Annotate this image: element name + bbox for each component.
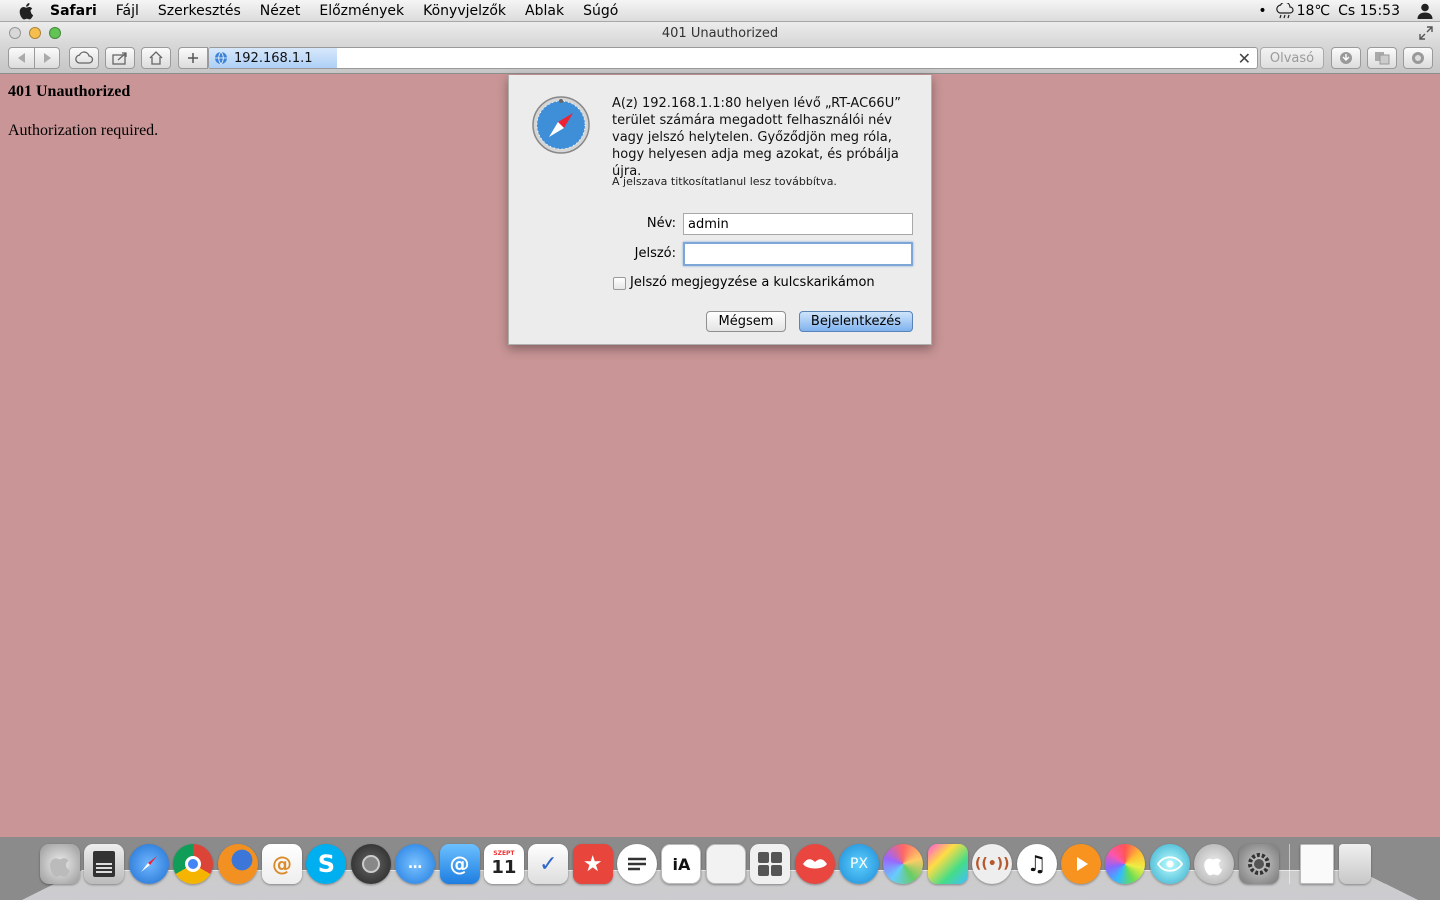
cancel-button[interactable]: Mégsem <box>706 311 786 332</box>
window-controls <box>9 27 61 39</box>
calendar-day: 11 <box>491 857 517 878</box>
window-title: 401 Unauthorized <box>661 25 779 41</box>
extension-icon <box>1412 52 1424 64</box>
firefox-icon[interactable] <box>217 844 258 884</box>
menu-clock[interactable]: Cs 15:53 <box>1338 3 1400 19</box>
menu-history[interactable]: Előzmények <box>319 3 404 19</box>
extension-button[interactable] <box>1403 47 1433 69</box>
mail-stamp-icon[interactable]: @ <box>261 844 302 884</box>
weather-temperature: 18℃ <box>1296 3 1331 19</box>
close-window-button[interactable] <box>9 27 21 39</box>
dock-separator <box>1288 844 1290 884</box>
ia-writer-icon[interactable]: iA <box>661 844 702 884</box>
storage-icon[interactable] <box>84 844 125 884</box>
cloud-rain-icon <box>1275 3 1294 19</box>
photos-icon[interactable] <box>1105 844 1146 884</box>
colors-icon[interactable] <box>927 844 968 884</box>
zoom-window-button[interactable] <box>49 27 61 39</box>
pixelmator-icon[interactable]: PX <box>839 844 880 884</box>
system-preferences-icon[interactable] <box>1238 844 1279 884</box>
share-button[interactable] <box>105 47 135 69</box>
broadcast-icon[interactable]: ((•)) <box>972 844 1013 884</box>
calendar-icon[interactable]: SZEPT 11 <box>483 844 524 884</box>
trash-icon[interactable] <box>1338 844 1371 884</box>
calculator-icon[interactable] <box>750 844 791 884</box>
back-forward-buttons <box>8 47 60 69</box>
safari-icon[interactable] <box>128 844 169 884</box>
translate-extension-button[interactable] <box>1367 47 1397 69</box>
fullscreen-icon[interactable] <box>1418 25 1434 41</box>
tasks-icon[interactable]: ✓ <box>528 844 569 884</box>
window-titlebar: 401 Unauthorized <box>0 22 1440 44</box>
plus-icon <box>188 53 198 63</box>
apple-icon[interactable] <box>1194 844 1235 884</box>
menu-file[interactable]: Fájl <box>116 3 139 19</box>
auth-security-note: A jelszava titkosítatlanul lesz továbbít… <box>612 175 837 188</box>
new-tab-button[interactable] <box>178 47 208 69</box>
notes-lines-icon[interactable] <box>617 844 658 884</box>
dock: @ S … @ SZEPT 11 ✓ ★ iA PX ((•)) ♫ <box>40 844 1371 892</box>
page-message: Authorization required. <box>8 122 159 139</box>
infuse-play-icon[interactable] <box>1060 844 1101 884</box>
itunes-icon[interactable]: ♫ <box>1016 844 1057 884</box>
home-button[interactable] <box>141 47 171 69</box>
back-arrow-icon[interactable] <box>10 51 34 65</box>
lips-app-icon[interactable] <box>794 844 835 884</box>
address-bar[interactable]: 192.168.1.1 ✕ <box>208 47 1258 69</box>
password-field[interactable] <box>683 242 913 266</box>
reader-button[interactable]: Olvasó <box>1260 47 1324 69</box>
aperture-icon[interactable] <box>883 844 924 884</box>
skype-icon[interactable]: S <box>306 844 347 884</box>
address-text: 192.168.1.1 <box>234 51 313 66</box>
weather-widget[interactable]: 18℃ <box>1275 3 1331 19</box>
menu-help[interactable]: Súgó <box>583 3 618 19</box>
menu-bar: Safari Fájl Szerkesztés Nézet Előzmények… <box>0 0 1440 22</box>
page-heading: 401 Unauthorized <box>8 83 131 100</box>
eye-icon[interactable] <box>1149 844 1190 884</box>
menu-view[interactable]: Nézet <box>260 3 301 19</box>
menu-app-safari[interactable]: Safari <box>50 3 97 19</box>
stop-loading-icon[interactable]: ✕ <box>1238 49 1251 68</box>
translate-icon <box>1375 52 1390 65</box>
cloud-icon <box>75 51 94 64</box>
auth-message: A(z) 192.168.1.1:80 helyen lévő „RT-AC66… <box>612 96 901 179</box>
chrome-icon[interactable] <box>173 844 214 884</box>
messages-icon[interactable]: … <box>395 844 436 884</box>
username-field[interactable] <box>683 213 913 235</box>
menu-bookmarks[interactable]: Könyvjelzők <box>423 3 506 19</box>
login-button[interactable]: Bejelentkezés <box>799 311 913 332</box>
download-icon <box>1340 52 1352 64</box>
browser-toolbar: 192.168.1.1 ✕ Olvasó <box>0 44 1440 74</box>
status-dot[interactable]: • <box>1258 3 1266 19</box>
txt-file-icon[interactable] <box>1300 844 1335 884</box>
apple-menu-icon[interactable] <box>18 2 36 20</box>
menu-window[interactable]: Ablak <box>525 3 564 19</box>
mail-icon[interactable]: @ <box>439 844 480 884</box>
remember-password-checkbox[interactable] <box>613 277 626 290</box>
minimize-window-button[interactable] <box>29 27 41 39</box>
name-label: Név: <box>646 216 676 231</box>
icloud-tabs-button[interactable] <box>69 47 99 69</box>
home-icon <box>149 51 163 65</box>
safari-compass-icon <box>532 96 590 154</box>
user-icon[interactable] <box>1416 2 1434 20</box>
downloads-button[interactable] <box>1331 47 1361 69</box>
share-icon <box>112 52 127 65</box>
document-icon[interactable] <box>705 844 746 884</box>
authentication-dialog: A(z) 192.168.1.1:80 helyen lévő „RT-AC66… <box>508 75 932 345</box>
remember-password-label[interactable]: Jelszó megjegyzése a kulcskarikámon <box>630 275 875 290</box>
camera-icon[interactable] <box>350 844 391 884</box>
menu-edit[interactable]: Szerkesztés <box>158 3 241 19</box>
forward-arrow-icon[interactable] <box>35 51 59 65</box>
globe-icon <box>215 51 227 65</box>
password-label: Jelszó: <box>634 246 676 261</box>
bookmarks-star-icon[interactable]: ★ <box>572 844 613 884</box>
finder-icon[interactable] <box>40 844 80 884</box>
